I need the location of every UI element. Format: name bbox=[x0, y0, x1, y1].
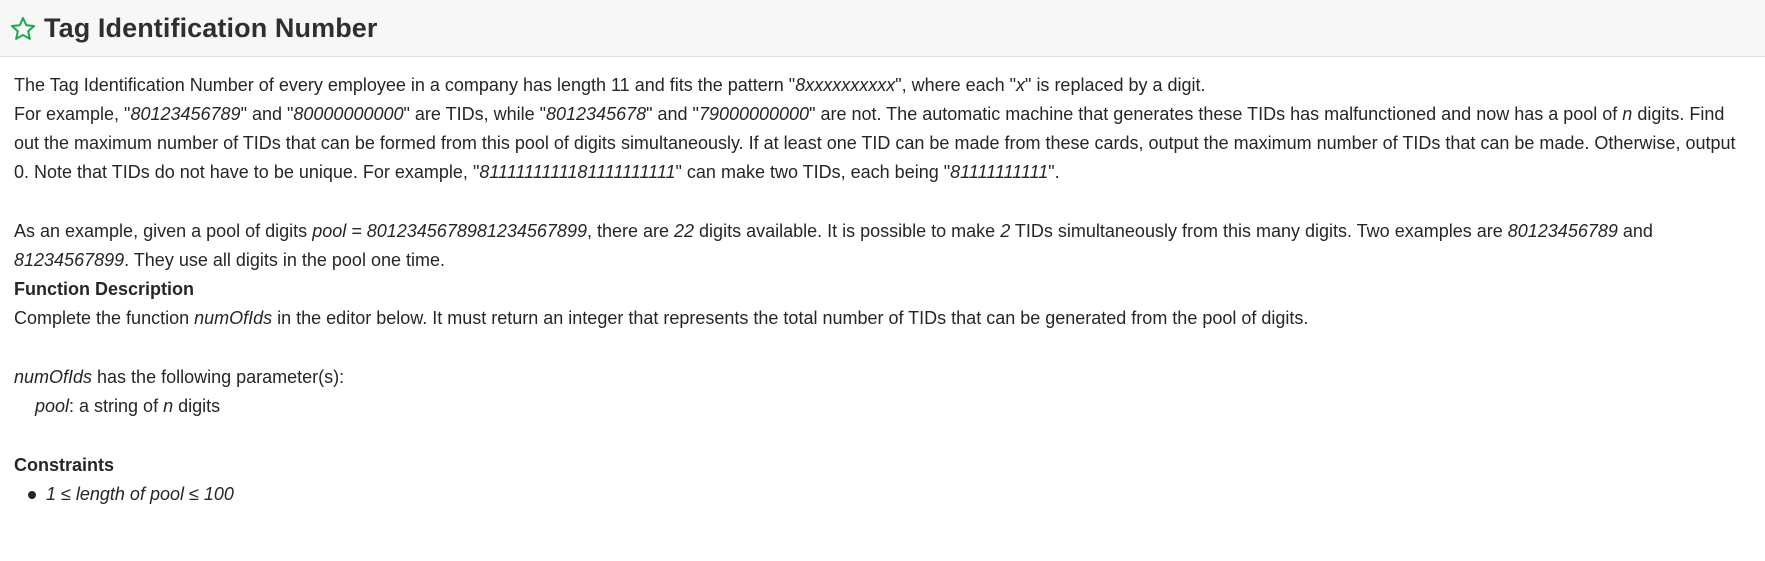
constraints-heading: Constraints bbox=[14, 455, 115, 475]
intro-paragraph: The Tag Identification Number of every e… bbox=[14, 75, 1206, 95]
constraint-item: 1 ≤ length of pool ≤ 100 bbox=[14, 480, 1751, 509]
bullet-icon bbox=[28, 490, 36, 499]
worked-example-paragraph: As an example, given a pool of digits po… bbox=[14, 221, 1653, 270]
parameters-intro: numOfIds has the following parameter(s): bbox=[14, 367, 345, 387]
parameter-pool: pool: a string of n digits bbox=[35, 396, 221, 416]
function-description-heading: Function Description bbox=[14, 279, 194, 299]
function-description-text: Complete the function numOfIds in the ed… bbox=[14, 308, 1309, 328]
page-title: Tag Identification Number bbox=[44, 12, 378, 43]
problem-statement: The Tag Identification Number of every e… bbox=[0, 71, 1765, 509]
star-icon[interactable] bbox=[8, 14, 38, 44]
problem-header: Tag Identification Number bbox=[0, 0, 1765, 57]
star-outline-icon bbox=[10, 17, 36, 40]
example-paragraph: For example, "80123456789" and "80000000… bbox=[14, 104, 1736, 182]
constraints-list: 1 ≤ length of pool ≤ 100 bbox=[14, 480, 1751, 509]
